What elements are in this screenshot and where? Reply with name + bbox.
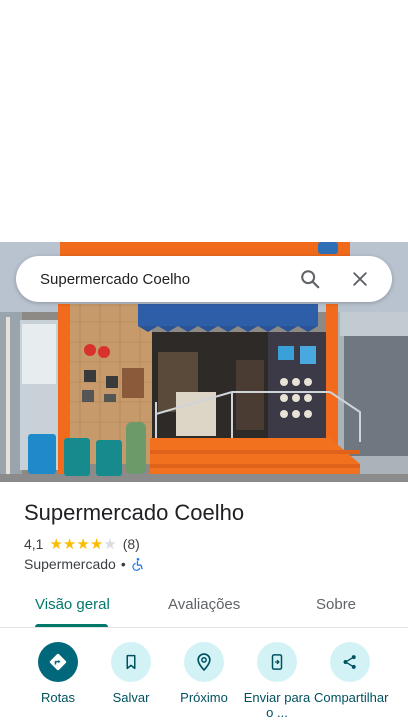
share-label: Compartilhar bbox=[314, 690, 389, 705]
reviews-count: (8) bbox=[122, 536, 140, 552]
tab-reviews[interactable]: Avaliações bbox=[168, 596, 240, 613]
share-icon bbox=[343, 655, 356, 669]
category-row: Supermercado • bbox=[24, 556, 145, 572]
rating-row[interactable]: 4,1 ★ ★ ★ ★ ★ (8) bbox=[24, 536, 140, 552]
tab-active-indicator bbox=[35, 624, 108, 627]
directions-label: Rotas bbox=[41, 690, 75, 705]
tab-about[interactable]: Sobre bbox=[316, 596, 356, 613]
tab-bar: Visão geral Avaliações Sobre bbox=[0, 584, 408, 628]
bookmark-icon bbox=[126, 654, 136, 670]
directions-button[interactable]: Rotas bbox=[18, 642, 98, 705]
directions-icon bbox=[49, 653, 67, 671]
star-icon: ★ bbox=[62, 535, 77, 553]
close-button[interactable] bbox=[342, 261, 378, 297]
wheelchair-icon bbox=[132, 558, 143, 571]
save-button[interactable]: Salvar bbox=[91, 642, 171, 705]
search-input[interactable]: Supermercado Coelho bbox=[40, 271, 292, 288]
rating-stars: ★ ★ ★ ★ ★ bbox=[49, 537, 116, 552]
separator-dot: • bbox=[120, 556, 126, 572]
send-to-phone-label: Enviar para o ... bbox=[243, 690, 311, 720]
send-to-phone-icon bbox=[271, 654, 283, 670]
nearby-icon bbox=[197, 653, 211, 672]
search-bar[interactable]: Supermercado Coelho bbox=[16, 256, 392, 302]
star-empty-icon: ★ bbox=[103, 535, 117, 553]
star-icon: ★ bbox=[76, 535, 90, 553]
save-label: Salvar bbox=[112, 690, 150, 705]
close-icon bbox=[353, 272, 367, 286]
star-icon: ★ bbox=[49, 535, 63, 553]
rating-value: 4,1 bbox=[24, 536, 44, 552]
share-button[interactable]: Compartilhar bbox=[310, 642, 390, 705]
search-icon bbox=[301, 270, 320, 289]
category-label: Supermercado bbox=[24, 556, 116, 572]
tab-overview[interactable]: Visão geral bbox=[35, 596, 110, 613]
star-icon: ★ bbox=[89, 535, 104, 553]
send-to-phone-button[interactable]: Enviar para o ... bbox=[237, 642, 317, 720]
search-button[interactable] bbox=[292, 261, 328, 297]
place-title: Supermercado Coelho bbox=[24, 500, 245, 525]
nearby-label: Próximo bbox=[180, 690, 228, 705]
nearby-button[interactable]: Próximo bbox=[164, 642, 244, 705]
